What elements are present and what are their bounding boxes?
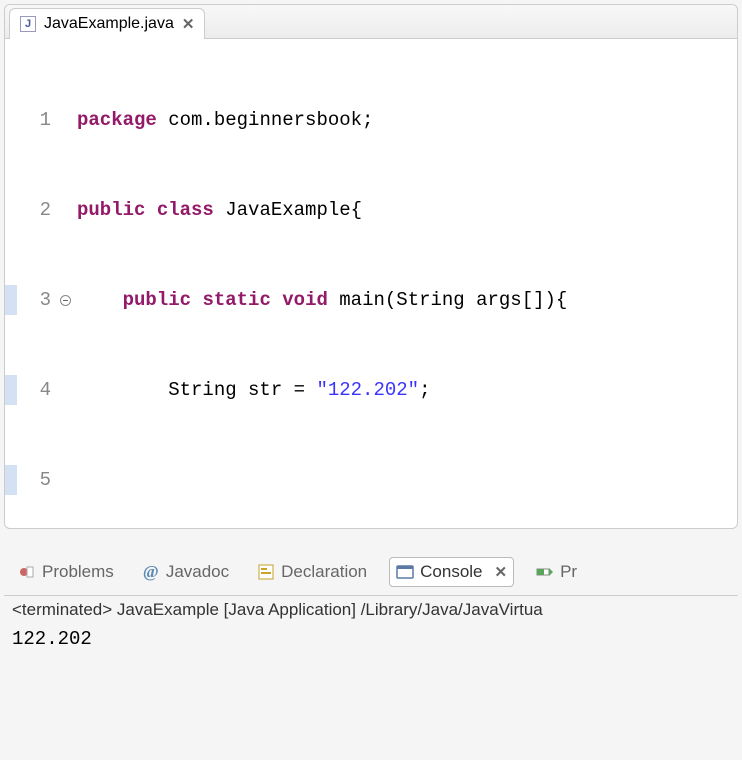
tab-console[interactable]: Console ✕ xyxy=(389,557,514,587)
close-icon[interactable]: ✕ xyxy=(495,563,508,581)
tab-progress[interactable]: Pr xyxy=(530,558,583,586)
close-icon[interactable]: ✕ xyxy=(182,15,195,33)
editor-panel: J JavaExample.java ✕ 1 2 3 4 5 6 7 8 9 1… xyxy=(4,4,738,529)
code-lines[interactable]: package com.beginnersbook; public class … xyxy=(73,45,737,529)
fold-collapse-icon[interactable] xyxy=(60,295,71,306)
tab-declaration[interactable]: Declaration xyxy=(251,558,373,586)
progress-icon xyxy=(536,563,554,581)
java-file-icon: J xyxy=(20,16,36,32)
bottom-panel: Problems @ Javadoc Declaration Console ✕… xyxy=(4,553,738,654)
editor-tab-active[interactable]: J JavaExample.java ✕ xyxy=(9,8,205,39)
bottom-tab-bar: Problems @ Javadoc Declaration Console ✕… xyxy=(4,553,738,591)
declaration-icon xyxy=(257,563,275,581)
code-editor[interactable]: 1 2 3 4 5 6 7 8 9 10 11 12 13 14 15 pack… xyxy=(5,39,737,529)
problems-icon xyxy=(18,563,36,581)
tab-filename: JavaExample.java xyxy=(44,15,174,33)
console-status: <terminated> JavaExample [Java Applicati… xyxy=(4,595,738,624)
tab-problems[interactable]: Problems xyxy=(12,558,120,586)
console-output: 122.202 xyxy=(4,624,738,654)
fold-gutter xyxy=(57,45,73,529)
console-icon xyxy=(396,563,414,581)
javadoc-icon: @ xyxy=(142,563,160,581)
tab-javadoc[interactable]: @ Javadoc xyxy=(136,558,235,586)
editor-tab-bar: J JavaExample.java ✕ xyxy=(5,5,737,39)
